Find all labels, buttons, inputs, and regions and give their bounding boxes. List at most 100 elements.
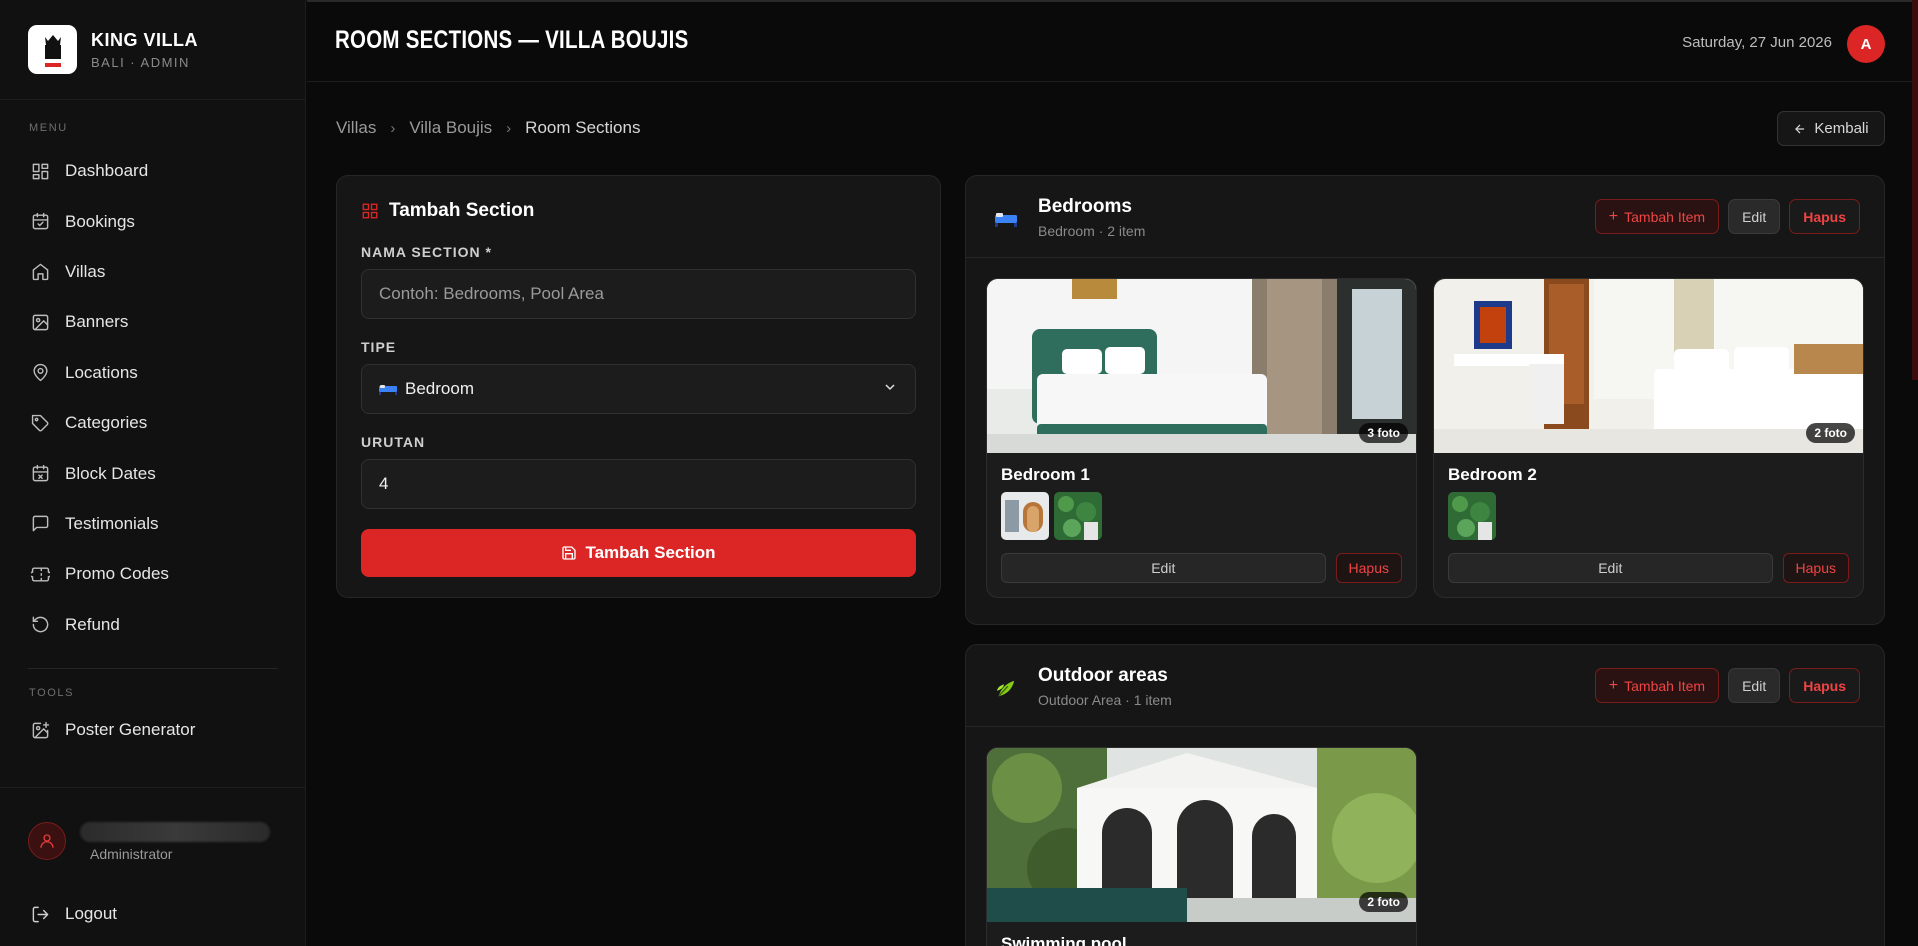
user-panel: Administrator Logout: [0, 787, 305, 924]
scrollbar-track[interactable]: [1912, 0, 1918, 380]
item-name: Bedroom 1: [1001, 465, 1090, 484]
section-meta: Bedroom · 2 item: [1038, 223, 1146, 239]
sidebar-item-label: Testimonials: [65, 513, 159, 533]
sidebar-item-label: Locations: [65, 362, 138, 382]
sidebar-item-label: Villas: [65, 261, 106, 281]
add-item-button[interactable]: + Tambah Item: [1594, 199, 1720, 234]
item-photo[interactable]: 3 foto: [987, 279, 1416, 453]
back-button[interactable]: Kembali: [1777, 111, 1885, 146]
add-item-label: Tambah Item: [1624, 677, 1706, 694]
breadcrumb-villa-boujis[interactable]: Villa Boujis: [409, 118, 492, 138]
sidebar-item-label: Refund: [65, 614, 120, 634]
map-pin-icon: [33, 364, 48, 382]
page-title: ROOM SECTIONS — VILLA BOUJIS: [335, 26, 689, 54]
brand-title: KING VILLA: [91, 29, 198, 50]
sidebar-item-bookings[interactable]: Bookings: [0, 196, 305, 246]
photo-count-badge: 2 foto: [1359, 892, 1408, 912]
image-icon: [32, 314, 49, 331]
user-avatar[interactable]: [28, 822, 66, 860]
sidebar-item-promo-codes[interactable]: Promo Codes: [0, 549, 305, 599]
edit-item-button[interactable]: Edit: [1448, 553, 1773, 583]
photo-count-badge: 3 foto: [1359, 423, 1408, 443]
ticket-icon: [31, 567, 50, 582]
delete-section-button[interactable]: Hapus: [1789, 199, 1860, 234]
item-thumbnail[interactable]: [1001, 492, 1049, 540]
item-card-swimming-pool: 2 foto Swimming pool: [986, 747, 1417, 946]
add-item-button[interactable]: + Tambah Item: [1594, 668, 1720, 703]
section-header: Outdoor areas Outdoor Area · 1 item + Ta…: [966, 645, 1884, 727]
user-role: Administrator: [90, 846, 173, 862]
add-section-form: Tambah Section NAMA SECTION * Contoh: Be…: [336, 175, 941, 598]
section-name: Outdoor areas: [1038, 665, 1168, 686]
chevron-right-icon: ›: [506, 119, 512, 137]
save-icon: [562, 546, 577, 560]
back-button-label: Kembali: [1814, 120, 1869, 137]
section-card-bedrooms: Bedrooms Bedroom · 2 item + Tambah Item …: [965, 175, 1885, 625]
divider: [28, 667, 278, 669]
logout-button[interactable]: Logout: [28, 904, 305, 924]
brand-logo: [28, 25, 77, 74]
sidebar-item-refund[interactable]: Refund: [0, 600, 305, 650]
bed-icon: [995, 213, 1017, 227]
current-date: Saturday, 27 Jun 2026: [1682, 34, 1832, 51]
add-section-button[interactable]: Tambah Section: [361, 529, 916, 577]
item-name: Swimming pool: [1001, 934, 1127, 946]
sidebar-item-categories[interactable]: Categories: [0, 398, 305, 448]
dashboard-icon: [32, 163, 49, 180]
sidebar-item-poster-generator[interactable]: Poster Generator: [0, 705, 305, 755]
profile-avatar[interactable]: A: [1847, 25, 1885, 63]
delete-section-button[interactable]: Hapus: [1789, 668, 1860, 703]
section-name-input[interactable]: Contoh: Bedrooms, Pool Area: [361, 269, 916, 319]
item-photo[interactable]: 2 foto: [987, 748, 1416, 922]
logout-icon: [32, 906, 49, 922]
calendar-x-icon: [32, 464, 49, 482]
breadcrumb-villas[interactable]: Villas: [336, 118, 376, 138]
logout-label: Logout: [65, 904, 117, 923]
plus-icon: +: [1608, 207, 1619, 225]
menu-section-label: MENU: [29, 122, 68, 134]
sidebar-item-label: Poster Generator: [65, 720, 196, 740]
section-order-label: URUTAN: [361, 434, 426, 450]
delete-item-button[interactable]: Hapus: [1782, 553, 1849, 583]
section-type-value: Bedroom: [405, 379, 474, 398]
tools-section-label: TOOLS: [29, 686, 75, 699]
sidebar-item-villas[interactable]: Villas: [0, 247, 305, 297]
edit-section-button[interactable]: Edit: [1728, 199, 1781, 234]
outdoor-photo: [987, 748, 1416, 922]
plus-icon: +: [1608, 676, 1619, 694]
sidebar-item-block-dates[interactable]: Block Dates: [0, 448, 305, 498]
item-thumbnail[interactable]: [1448, 492, 1496, 540]
grid-icon: [362, 203, 378, 219]
user-icon: [40, 834, 54, 848]
sidebar-item-banners[interactable]: Banners: [0, 297, 305, 347]
user-name-redacted: [80, 822, 270, 842]
refund-icon: [32, 616, 49, 633]
delete-item-button[interactable]: Hapus: [1335, 553, 1402, 583]
crown-logo-icon: [44, 34, 61, 67]
photo-count-badge: 2 foto: [1806, 423, 1855, 443]
item-card-bedroom-2: 2 foto Bedroom 2 Edit Hapus: [1433, 278, 1864, 598]
edit-item-button[interactable]: Edit: [1001, 553, 1326, 583]
item-card-bedroom-1: 3 foto Bedroom 1 Edit Hapus: [986, 278, 1417, 598]
add-item-label: Tambah Item: [1624, 208, 1706, 225]
breadcrumb: Villas › Villa Boujis › Room Sections: [336, 118, 640, 138]
section-order-input[interactable]: 4: [361, 459, 916, 509]
section-card-outdoor-areas: Outdoor areas Outdoor Area · 1 item + Ta…: [965, 644, 1885, 946]
sidebar-item-label: Block Dates: [65, 463, 156, 483]
edit-section-button[interactable]: Edit: [1728, 668, 1781, 703]
top-header: ROOM SECTIONS — VILLA BOUJIS Saturday, 2…: [307, 0, 1918, 82]
item-photo[interactable]: 2 foto: [1434, 279, 1863, 453]
chevron-right-icon: ›: [390, 119, 396, 137]
sidebar-item-testimonials[interactable]: Testimonials: [0, 499, 305, 549]
item-name: Bedroom 2: [1448, 465, 1537, 484]
breadcrumb-current: Room Sections: [525, 118, 641, 137]
sidebar-nav: Dashboard Bookings Villas Banners Locati…: [0, 146, 305, 650]
section-type-select[interactable]: Bedroom: [361, 364, 916, 414]
sidebar-item-label: Categories: [65, 413, 148, 433]
arrow-left-icon: [1795, 124, 1805, 133]
add-section-title-text: Tambah Section: [389, 200, 535, 221]
sidebar-item-dashboard[interactable]: Dashboard: [0, 146, 305, 196]
item-thumbnail[interactable]: [1054, 492, 1102, 540]
tag-icon: [31, 414, 49, 432]
sidebar-item-locations[interactable]: Locations: [0, 348, 305, 398]
